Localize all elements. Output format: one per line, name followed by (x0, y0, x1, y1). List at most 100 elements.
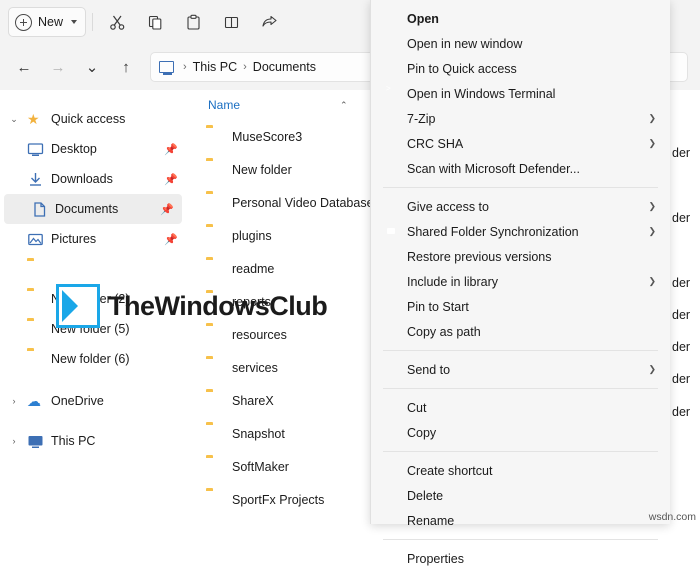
menu-item-give-access-to[interactable]: Give access to ❯ (371, 194, 670, 219)
file-name: New folder (232, 162, 292, 177)
menu-item-copy-as-path[interactable]: Copy as path (371, 319, 670, 344)
folder-icon (27, 351, 44, 368)
menu-item-open-in-windows-terminal[interactable]: Open in Windows Terminal (371, 81, 670, 106)
folder-icon (206, 128, 223, 145)
sidebar-item-this-pc[interactable]: › This PC (0, 426, 186, 456)
pin-icon[interactable]: 📌 (160, 203, 174, 216)
plus-circle-icon (15, 13, 32, 31)
downloads-icon (27, 171, 44, 188)
folder-icon (27, 321, 44, 338)
toolbar-separator (92, 13, 94, 31)
menu-item-label: Scan with Microsoft Defender... (407, 161, 580, 176)
sidebar-item-quick-access[interactable]: ⌄ ★ Quick access (0, 104, 186, 134)
this-pc-icon (159, 61, 174, 75)
breadcrumb-separator-2: › (243, 61, 247, 73)
menu-separator (383, 451, 658, 452)
sidebar-item-documents[interactable]: Documents 📌 (4, 194, 182, 224)
folder-icon (206, 260, 223, 277)
menu-item-label: Send to (407, 362, 451, 377)
pin-icon[interactable]: 📌 (164, 233, 178, 246)
folder-icon (206, 194, 223, 211)
pictures-icon (27, 231, 44, 248)
menu-item-properties[interactable]: Properties (371, 546, 670, 571)
folder-icon (206, 359, 223, 376)
star-icon: ★ (27, 110, 40, 127)
sidebar-item-folder-hidden[interactable] (0, 254, 186, 284)
file-name: resources (232, 327, 287, 342)
sidebar-item-new-folder-6[interactable]: New folder (6) (0, 344, 186, 374)
menu-item-pin-to-quick-access[interactable]: Pin to Quick access (371, 56, 670, 81)
back-button[interactable]: ← (8, 51, 40, 83)
menu-item-open-in-new-window[interactable]: Open in new window (371, 31, 670, 56)
breadcrumb-this-pc[interactable]: This PC (193, 60, 237, 74)
folder-icon (206, 491, 223, 508)
sidebar-item-onedrive[interactable]: › ☁ OneDrive (0, 386, 186, 416)
menu-item-label: 7-Zip (407, 111, 436, 126)
menu-item-create-shortcut[interactable]: Create shortcut (371, 458, 670, 483)
folder-icon (206, 458, 223, 475)
chevron-right-icon: ❯ (648, 276, 656, 286)
menu-item-label: Pin to Start (407, 299, 469, 314)
watermark-text: TheWindowsClub (108, 290, 328, 321)
menu-item-include-in-library[interactable]: Include in library ❯ (371, 269, 670, 294)
truncated-column-text: der der der der der der der (672, 90, 698, 524)
sidebar-item-downloads[interactable]: Downloads 📌 (0, 164, 186, 194)
menu-item-label: Create shortcut (407, 463, 493, 478)
menu-item-send-to[interactable]: Send to ❯ (371, 357, 670, 382)
menu-item-label: CRC SHA (407, 136, 464, 151)
menu-item-rename[interactable]: Rename (371, 508, 670, 533)
menu-item-label: Open (407, 11, 439, 26)
new-button[interactable]: New (8, 7, 87, 37)
menu-item-label: Give access to (407, 199, 489, 214)
forward-button[interactable]: → (42, 51, 74, 83)
folder-icon (206, 161, 223, 178)
file-name: SportFx Projects (232, 492, 325, 507)
chevron-down-icon (71, 20, 78, 24)
menu-separator (383, 388, 658, 389)
truncated-text: der (672, 372, 691, 386)
menu-item-copy[interactable]: Copy (371, 420, 670, 445)
menu-item-7-zip[interactable]: 7-Zip ❯ (371, 106, 670, 131)
recent-locations-button[interactable]: ⌄ (76, 51, 108, 83)
pin-icon[interactable]: 📌 (164, 143, 178, 156)
chevron-right-icon: ❯ (648, 138, 656, 148)
file-name: Snapshot (232, 426, 285, 441)
sidebar-item-label: Downloads (51, 172, 113, 186)
sidebar-item-desktop[interactable]: Desktop 📌 (0, 134, 186, 164)
rename-icon (224, 16, 238, 28)
menu-item-cut[interactable]: Cut (371, 395, 670, 420)
scissors-icon (109, 15, 124, 30)
terminal-icon (384, 86, 400, 102)
copy-button[interactable] (137, 6, 173, 38)
menu-item-delete[interactable]: Delete (371, 483, 670, 508)
rename-button[interactable] (213, 6, 249, 38)
pin-icon[interactable]: 📌 (164, 173, 178, 186)
menu-item-label: Open in Windows Terminal (407, 86, 556, 101)
menu-item-label: Cut (407, 400, 427, 415)
menu-item-pin-to-start[interactable]: Pin to Start (371, 294, 670, 319)
chevron-right-icon: ❯ (648, 201, 656, 211)
menu-item-crc-sha[interactable]: CRC SHA ❯ (371, 131, 670, 156)
paste-button[interactable] (175, 6, 211, 38)
menu-item-restore-previous-versions[interactable]: Restore previous versions (371, 244, 670, 269)
chevron-right-icon[interactable]: › (8, 396, 20, 406)
share-icon (261, 15, 277, 27)
sidebar-item-pictures[interactable]: Pictures 📌 (0, 224, 186, 254)
truncated-text: der (672, 405, 691, 419)
cut-button[interactable] (99, 6, 135, 38)
breadcrumb-documents[interactable]: Documents (253, 60, 316, 74)
column-header-label: Name (208, 98, 241, 112)
file-name: readme (232, 261, 275, 276)
chevron-down-icon[interactable]: ⌄ (8, 114, 20, 125)
menu-item-scan-with-defender[interactable]: Scan with Microsoft Defender... (371, 156, 670, 181)
up-button[interactable]: ↑ (110, 51, 142, 83)
new-button-label: New (38, 15, 64, 29)
menu-item-label: Rename (407, 513, 455, 528)
share-button[interactable] (251, 6, 287, 38)
clipboard-icon (186, 14, 200, 30)
chevron-right-icon[interactable]: › (8, 436, 20, 446)
menu-item-open[interactable]: Open (371, 6, 670, 31)
menu-item-shared-folder-synchronization[interactable]: Shared Folder Synchronization ❯ (371, 219, 670, 244)
menu-item-label: Properties (407, 551, 464, 566)
sidebar-item-label: Quick access (51, 112, 126, 126)
